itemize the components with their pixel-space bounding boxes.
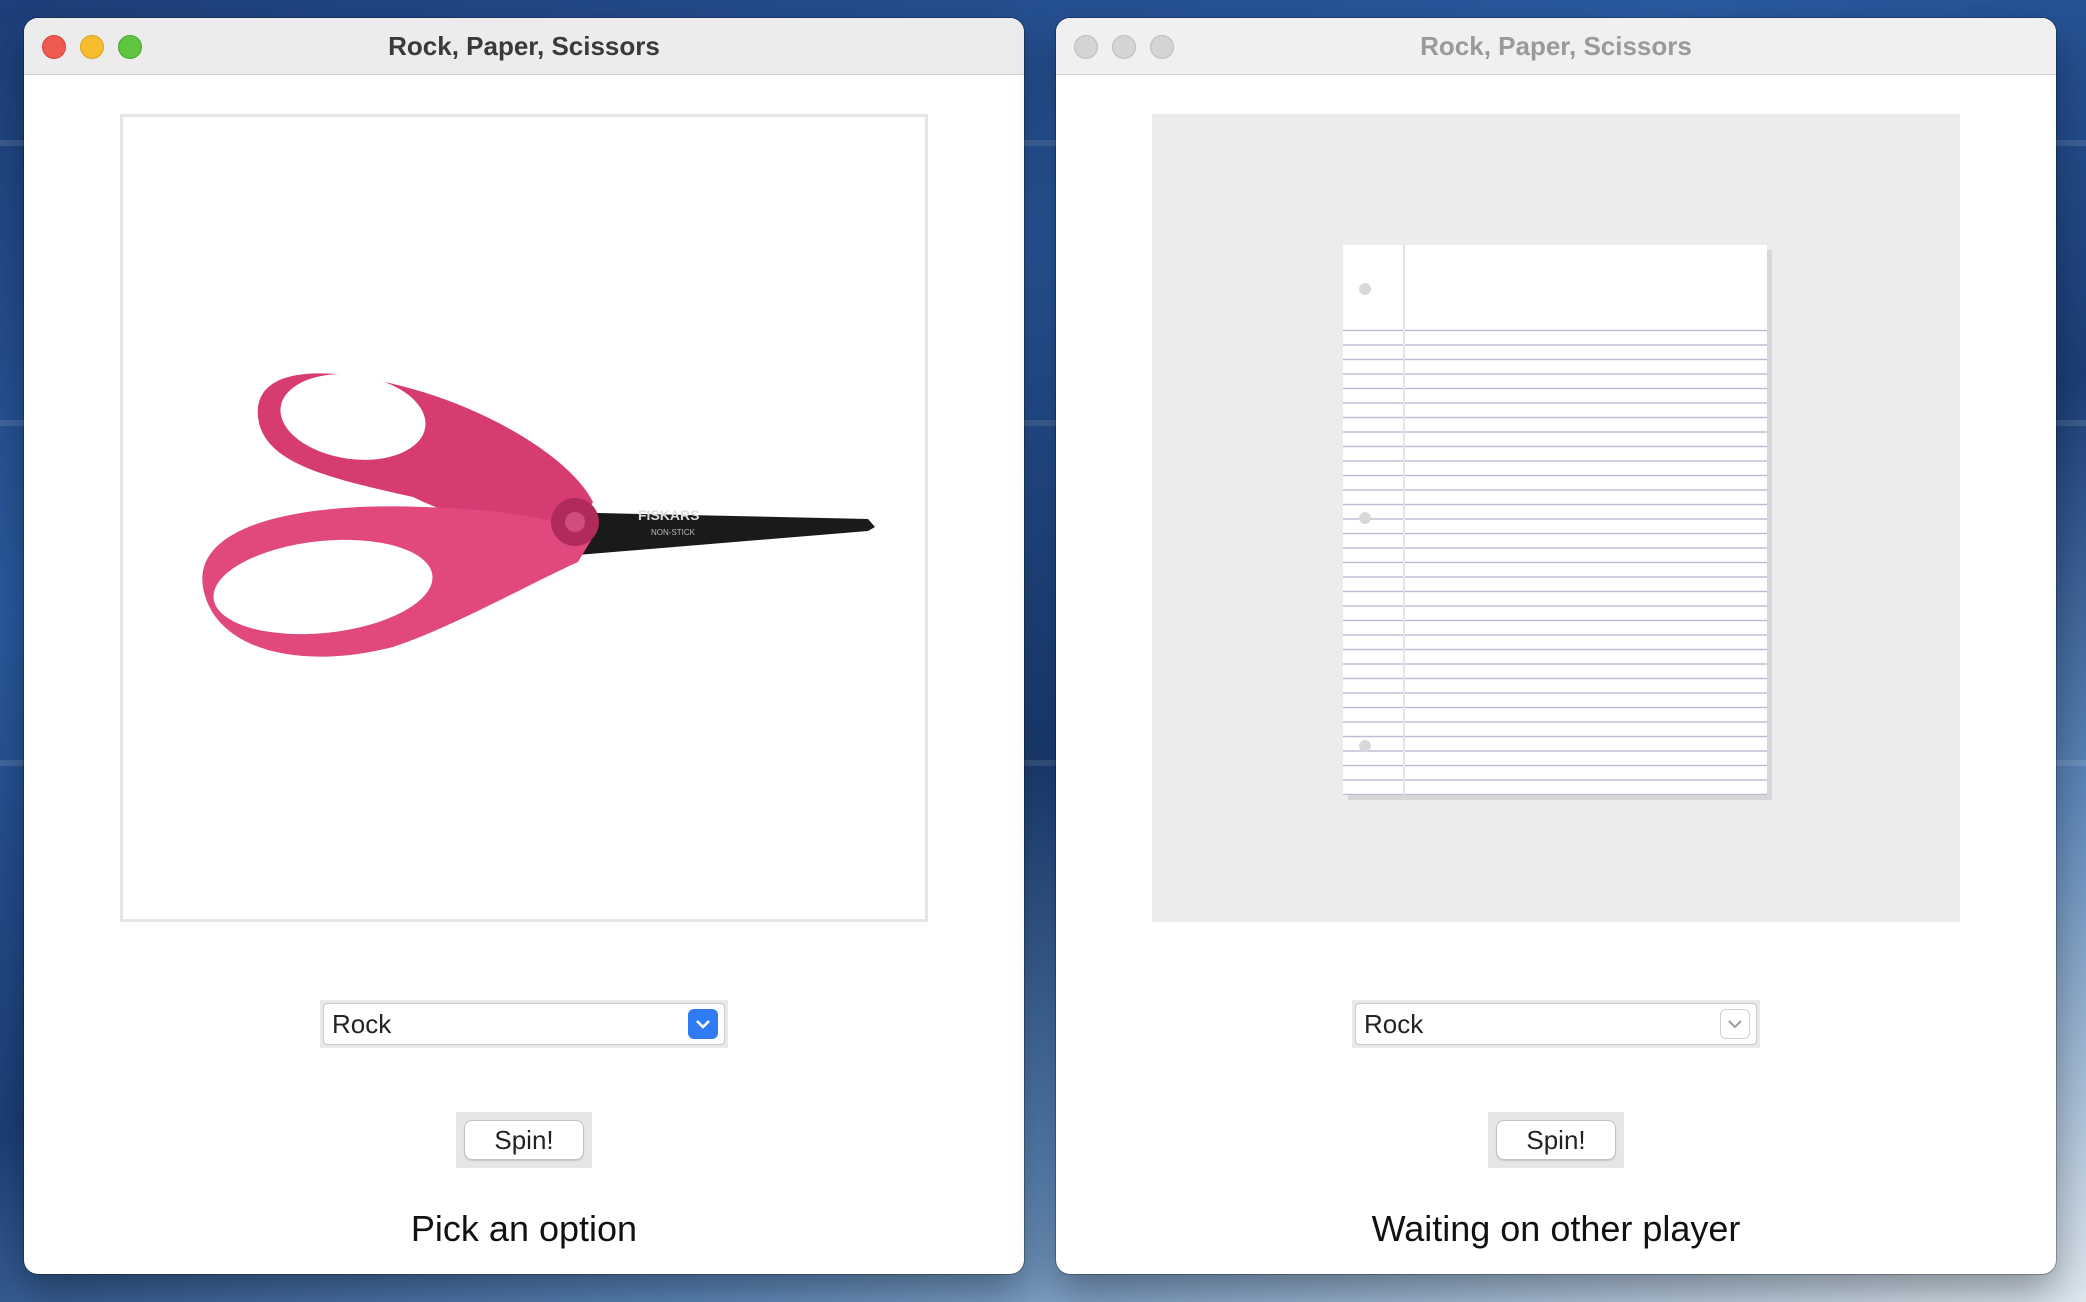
window-controls (1074, 35, 1174, 59)
spin-button-container: Spin! (1488, 1112, 1624, 1168)
close-button[interactable] (1074, 35, 1098, 59)
choice-select-value: Rock (332, 1008, 392, 1039)
choice-select[interactable]: Rock (1352, 1000, 1760, 1048)
titlebar[interactable]: Rock, Paper, Scissors (1056, 18, 2056, 75)
chevron-down-icon[interactable] (1720, 1009, 1750, 1039)
spin-button[interactable]: Spin! (464, 1120, 584, 1160)
close-button[interactable] (42, 35, 66, 59)
choice-select-value: Rock (1364, 1008, 1424, 1039)
status-message: Waiting on other player (1371, 1208, 1741, 1249)
scissors-icon: FISKARS NON-STICK (202, 373, 875, 657)
choice-select[interactable]: Rock (320, 1000, 728, 1048)
paper-icon (1343, 245, 1772, 800)
chevron-down-icon[interactable] (688, 1009, 718, 1039)
status-message: Pick an option (410, 1208, 638, 1249)
zoom-button[interactable] (1150, 35, 1174, 59)
spin-button[interactable]: Spin! (1496, 1120, 1616, 1160)
window-player-one: Rock, Paper, Scissors FISKARS NON-STICK … (24, 18, 1024, 1274)
choice-image-paper (1152, 114, 1960, 922)
window-title: Rock, Paper, Scissors (388, 30, 660, 61)
window-title: Rock, Paper, Scissors (1420, 30, 1692, 61)
minimize-button[interactable] (80, 35, 104, 59)
minimize-button[interactable] (1112, 35, 1136, 59)
choice-image-scissors: FISKARS NON-STICK (120, 114, 928, 922)
brand-sublabel: NON-STICK (651, 528, 696, 537)
spin-button-container: Spin! (456, 1112, 592, 1168)
window-player-two: Rock, Paper, Scissors Rock Spin! Waiting… (1056, 18, 2056, 1274)
zoom-button[interactable] (118, 35, 142, 59)
titlebar[interactable]: Rock, Paper, Scissors (24, 18, 1024, 75)
window-controls (42, 35, 142, 59)
brand-label: FISKARS (638, 507, 699, 523)
